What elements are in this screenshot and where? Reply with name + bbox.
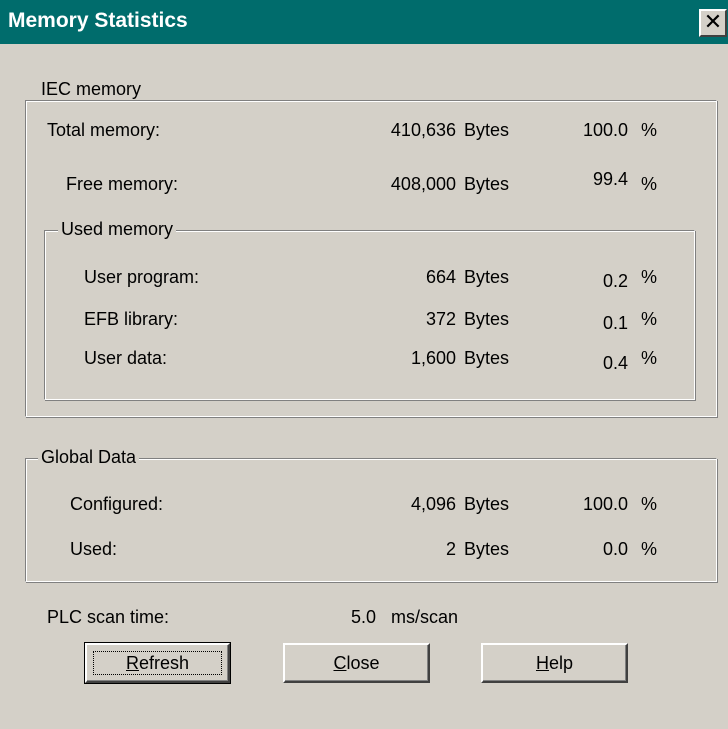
used-label: Used: <box>70 539 118 559</box>
refresh-button[interactable]: Refresh <box>84 642 231 684</box>
used-row: Used: 2 Bytes 0.0 % <box>0 537 728 561</box>
efb-library-label: EFB library: <box>84 309 179 329</box>
plc-scan-time-unit: ms/scan <box>391 607 459 627</box>
configured-row: Configured: 4,096 Bytes 100.0 % <box>0 492 728 516</box>
global-data-group <box>25 458 717 582</box>
used-unit: Bytes <box>464 539 510 559</box>
user-data-unit: Bytes <box>464 348 510 368</box>
configured-unit: Bytes <box>464 494 510 514</box>
total-memory-value: 410,636 <box>390 120 456 140</box>
configured-percent: 100.0 <box>582 494 628 514</box>
total-memory-percent-sign: % <box>641 120 658 140</box>
user-program-label: User program: <box>84 267 200 287</box>
plc-scan-time-row: PLC scan time: 5.0 ms/scan <box>0 605 728 629</box>
user-program-value: 664 <box>425 267 456 287</box>
total-memory-label: Total memory: <box>47 120 161 140</box>
user-data-row: User data: 1,600 Bytes 0.4 % <box>0 346 728 373</box>
user-data-percent-sign: % <box>641 348 658 368</box>
window-title: Memory Statistics <box>8 9 188 32</box>
efb-library-percent-sign: % <box>641 309 658 329</box>
memory-statistics-dialog: Memory Statistics ✕ IEC memory Total mem… <box>0 0 728 729</box>
user-program-percent-sign: % <box>641 267 658 287</box>
efb-library-percent: 0.1 <box>602 313 628 333</box>
total-memory-unit: Bytes <box>464 120 510 140</box>
close-button[interactable]: Close <box>283 643 430 683</box>
free-memory-percent-sign: % <box>641 174 658 194</box>
free-memory-value: 408,000 <box>390 174 456 194</box>
configured-label: Configured: <box>70 494 164 514</box>
free-memory-row: Free memory: 408,000 Bytes 99.4 % <box>0 169 728 196</box>
plc-scan-time-value: 5.0 <box>350 607 376 627</box>
total-memory-row: Total memory: 410,636 Bytes 100.0 % <box>0 118 728 142</box>
free-memory-unit: Bytes <box>464 174 510 194</box>
used-percent: 0.0 <box>602 539 628 559</box>
user-data-label: User data: <box>84 348 168 368</box>
user-data-percent: 0.4 <box>602 353 628 373</box>
efb-library-row: EFB library: 372 Bytes 0.1 % <box>0 307 728 333</box>
used-percent-sign: % <box>641 539 658 559</box>
help-button-label: Help <box>535 652 574 673</box>
help-button[interactable]: Help <box>481 643 628 683</box>
used-value: 2 <box>445 539 456 559</box>
configured-value: 4,096 <box>410 494 456 514</box>
user-data-value: 1,600 <box>410 348 456 368</box>
iec-memory-legend: IEC memory <box>38 78 145 100</box>
plc-scan-time-label: PLC scan time: <box>47 607 170 627</box>
configured-percent-sign: % <box>641 494 658 514</box>
title-bar[interactable]: Memory Statistics ✕ <box>0 0 728 44</box>
total-memory-percent: 100.0 <box>582 120 628 140</box>
used-memory-legend: Used memory <box>58 218 177 240</box>
close-button-label: Close <box>333 652 380 673</box>
free-memory-percent: 99.4 <box>592 169 628 189</box>
user-program-row: User program: 664 Bytes 0.2 % <box>0 265 728 291</box>
focus-rectangle <box>93 651 222 675</box>
global-data-legend: Global Data <box>38 446 140 468</box>
efb-library-value: 372 <box>425 309 456 329</box>
user-program-unit: Bytes <box>464 267 510 287</box>
efb-library-unit: Bytes <box>464 309 510 329</box>
close-window-button[interactable]: ✕ <box>699 9 727 37</box>
user-program-percent: 0.2 <box>602 271 628 291</box>
close-icon: ✕ <box>703 10 723 35</box>
free-memory-label: Free memory: <box>66 174 179 194</box>
